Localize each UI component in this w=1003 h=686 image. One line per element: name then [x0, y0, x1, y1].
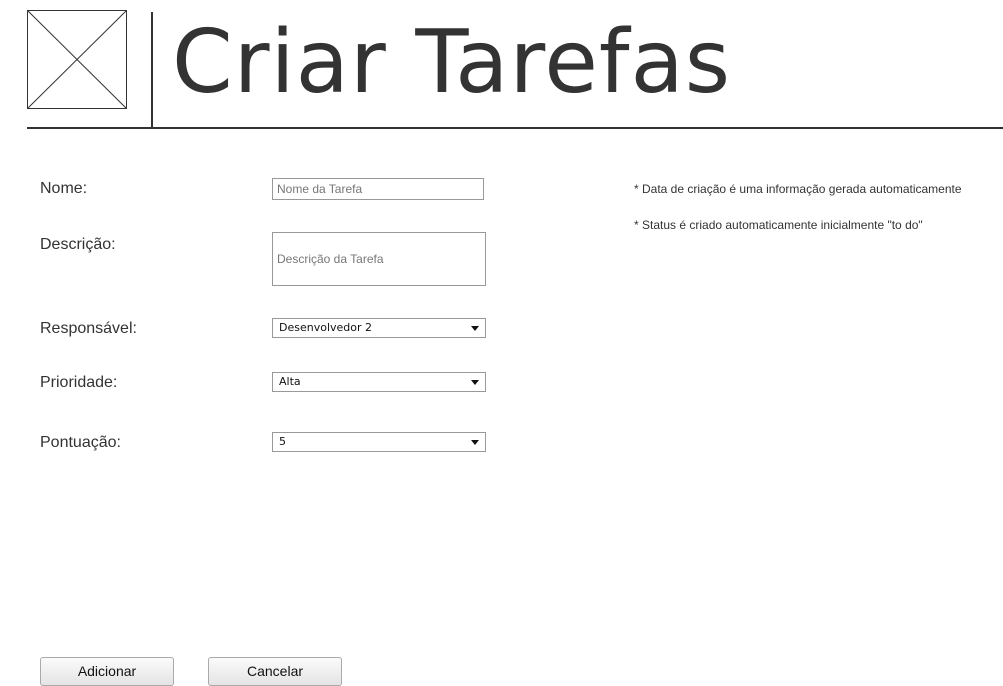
header-horizontal-divider	[27, 127, 1003, 129]
responsavel-label: Responsável:	[40, 320, 137, 337]
chevron-down-icon	[471, 326, 479, 331]
cancel-button[interactable]: Cancelar	[208, 657, 342, 686]
prioridade-label: Prioridade:	[40, 374, 118, 391]
logo-placeholder-image	[27, 10, 127, 109]
responsavel-selected-value: Desenvolvedor 2	[279, 321, 373, 334]
note-status: * Status é criado automaticamente inicia…	[634, 218, 923, 232]
nome-label: Nome:	[40, 180, 88, 197]
nome-input[interactable]	[272, 178, 484, 200]
note-creation-date: * Data de criação é uma informação gerad…	[634, 182, 962, 196]
descricao-label: Descrição:	[40, 236, 116, 253]
pontuacao-select[interactable]: 5	[272, 432, 486, 452]
add-button[interactable]: Adicionar	[40, 657, 174, 686]
descricao-textarea[interactable]: Descrição da Tarefa	[272, 232, 486, 286]
pontuacao-selected-value: 5	[279, 435, 286, 448]
prioridade-selected-value: Alta	[279, 375, 301, 388]
chevron-down-icon	[471, 380, 479, 385]
image-placeholder-icon	[27, 10, 127, 109]
responsavel-select[interactable]: Desenvolvedor 2	[272, 318, 486, 338]
page-title: Criar Tarefas	[172, 11, 732, 113]
chevron-down-icon	[471, 440, 479, 445]
pontuacao-label: Pontuação:	[40, 434, 121, 451]
descricao-placeholder: Descrição da Tarefa	[277, 252, 384, 266]
header-vertical-divider	[151, 12, 153, 128]
prioridade-select[interactable]: Alta	[272, 372, 486, 392]
